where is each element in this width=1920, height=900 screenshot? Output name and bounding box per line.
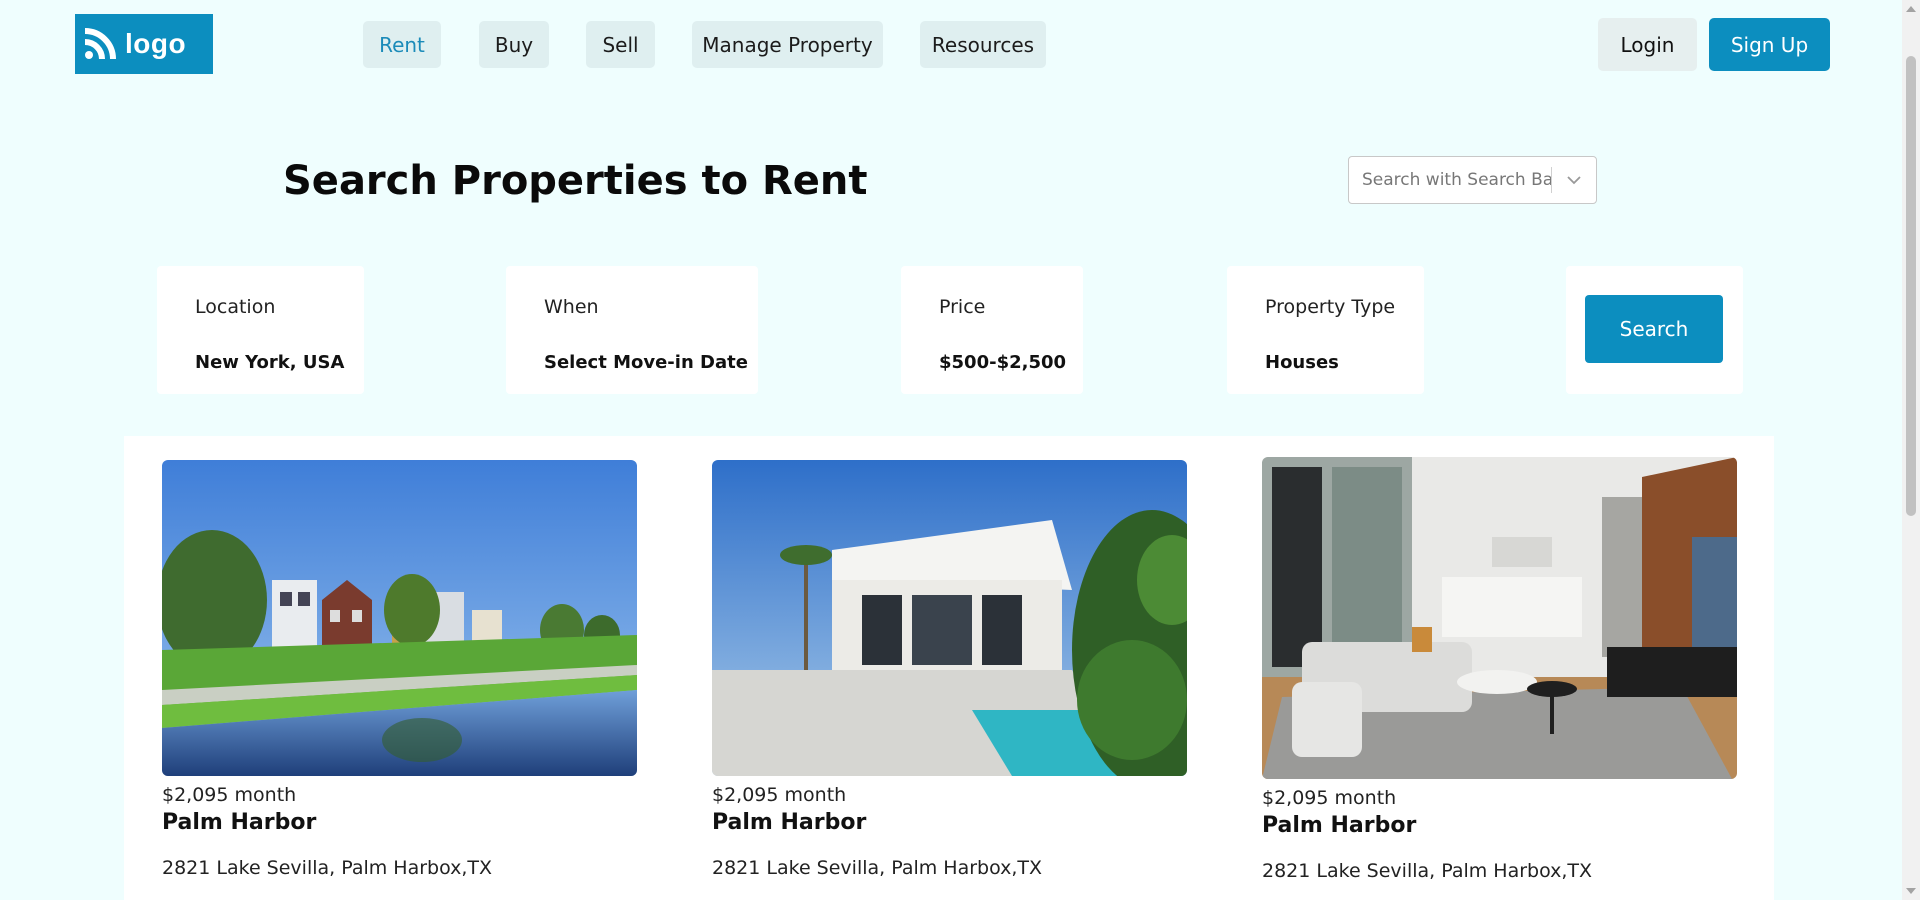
nav-resources[interactable]: Resources [920,21,1046,68]
rss-icon [81,25,119,63]
filter-property-type-label: Property Type [1265,296,1396,318]
nav-sell[interactable]: Sell [586,21,655,68]
nav-rent[interactable]: Rent [363,21,441,68]
listing-card[interactable]: $2,095 month Palm Harbor 2821 Lake Sevil… [162,460,637,879]
filter-when-label: When [544,296,599,318]
logo[interactable]: logo [75,14,213,74]
filter-location-label: Location [195,296,276,318]
filter-when-value: Select Move-in Date [544,352,748,373]
filter-location-value: New York, USA [195,352,345,373]
listing-name[interactable]: Palm Harbor [162,810,637,835]
search-select[interactable]: Search with Search Bar [1348,156,1597,204]
listing-price: $2,095 month [1262,787,1397,809]
nav-buy[interactable]: Buy [479,21,549,68]
search-select-value: Search with Search Bar [1362,170,1551,190]
nav-manage-property[interactable]: Manage Property [692,21,883,68]
listing-card[interactable]: $2,095 month Palm Harbor 2821 Lake Sevil… [1262,457,1737,882]
filter-price[interactable]: Price $500-$2,500 [901,266,1083,394]
scrollbar-thumb[interactable] [1906,56,1916,516]
search-button-container: Search [1566,266,1743,394]
login-button[interactable]: Login [1598,18,1697,71]
listing-address: 2821 Lake Sevilla, Palm Harbox,TX [1262,860,1593,882]
listing-price: $2,095 month [162,784,297,806]
filter-location[interactable]: Location New York, USA [157,266,364,394]
listing-price: $2,095 month [712,784,847,806]
chevron-down-icon[interactable] [1552,175,1596,185]
page-scrollbar[interactable] [1902,0,1920,900]
logo-text: logo [125,28,187,59]
filter-property-type-value: Houses [1265,352,1339,373]
filter-when[interactable]: When Select Move-in Date [506,266,758,394]
listing-photo[interactable] [712,460,1187,776]
listing-name[interactable]: Palm Harbor [712,810,1187,835]
listing-address: 2821 Lake Sevilla, Palm Harbox,TX [712,857,1043,879]
filter-price-value: $500-$2,500 [939,352,1067,373]
filter-price-label: Price [939,296,986,318]
scroll-down-icon[interactable] [1906,888,1916,894]
page-title: Search Properties to Rent [283,158,868,204]
search-button[interactable]: Search [1585,295,1723,363]
listing-address: 2821 Lake Sevilla, Palm Harbox,TX [162,857,493,879]
signup-button[interactable]: Sign Up [1709,18,1830,71]
scroll-up-icon[interactable] [1906,6,1916,12]
listing-name[interactable]: Palm Harbor [1262,813,1737,838]
listing-card[interactable]: $2,095 month Palm Harbor 2821 Lake Sevil… [712,460,1187,879]
listing-photo[interactable] [1262,457,1737,779]
listings-panel: $2,095 month Palm Harbor 2821 Lake Sevil… [124,436,1774,900]
filter-property-type[interactable]: Property Type Houses [1227,266,1424,394]
listing-photo[interactable] [162,460,637,776]
